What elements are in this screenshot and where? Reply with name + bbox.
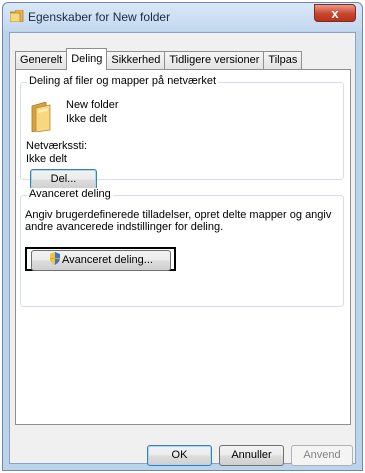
- advanced-sharing-description: Angiv brugerdefinerede tilladelser, opre…: [25, 209, 332, 221]
- advanced-sharing-title: Avanceret deling: [27, 188, 113, 200]
- folder-name: New folder: [66, 99, 119, 111]
- sharing-panel: Deling af filer og mapper på netværket N…: [15, 69, 351, 425]
- tab-deling[interactable]: Deling: [66, 48, 108, 70]
- network-sharing-title: Deling af filer og mapper på netværket: [27, 75, 219, 87]
- folder-status: Ikke delt: [66, 113, 107, 125]
- tab-generelt[interactable]: Generelt: [15, 51, 68, 69]
- apply-button[interactable]: Anvend: [291, 445, 353, 466]
- close-button[interactable]: x: [314, 4, 356, 22]
- tab-tilpas[interactable]: Tilpas: [263, 51, 303, 69]
- dialog-body: Generelt Deling Sikkerhed Tidligere vers…: [9, 32, 356, 466]
- ok-button[interactable]: OK: [147, 445, 212, 466]
- network-path-value: Ikke delt: [26, 153, 67, 165]
- advanced-sharing-button[interactable]: Avanceret deling...: [31, 250, 171, 271]
- folder-icon: [31, 102, 51, 132]
- share-button[interactable]: Del...: [30, 169, 97, 190]
- advanced-sharing-group: Avanceret deling Angiv brugerdefinerede …: [20, 188, 344, 307]
- tab-sikkerhed[interactable]: Sikkerhed: [106, 51, 166, 69]
- cancel-button[interactable]: Annuller: [219, 445, 284, 466]
- tab-tidligere-versioner[interactable]: Tidligere versioner: [164, 51, 265, 69]
- title-bar[interactable]: Egenskaber for New folder x: [3, 3, 362, 31]
- network-path-label: Netværkssti:: [26, 140, 88, 152]
- network-sharing-group: Deling af filer og mapper på netværket N…: [20, 75, 344, 190]
- folder-icon: [10, 10, 24, 22]
- window-title: Egenskaber for New folder: [28, 10, 171, 24]
- advanced-sharing-description-2: andre avancerede indstillinger for delin…: [25, 221, 224, 233]
- uac-shield-icon: [50, 252, 61, 265]
- tab-strip: Generelt Deling Sikkerhed Tidligere vers…: [15, 48, 303, 70]
- advanced-sharing-button-label: Avanceret deling...: [62, 254, 153, 266]
- properties-window: Egenskaber for New folder x Generelt Del…: [2, 2, 363, 471]
